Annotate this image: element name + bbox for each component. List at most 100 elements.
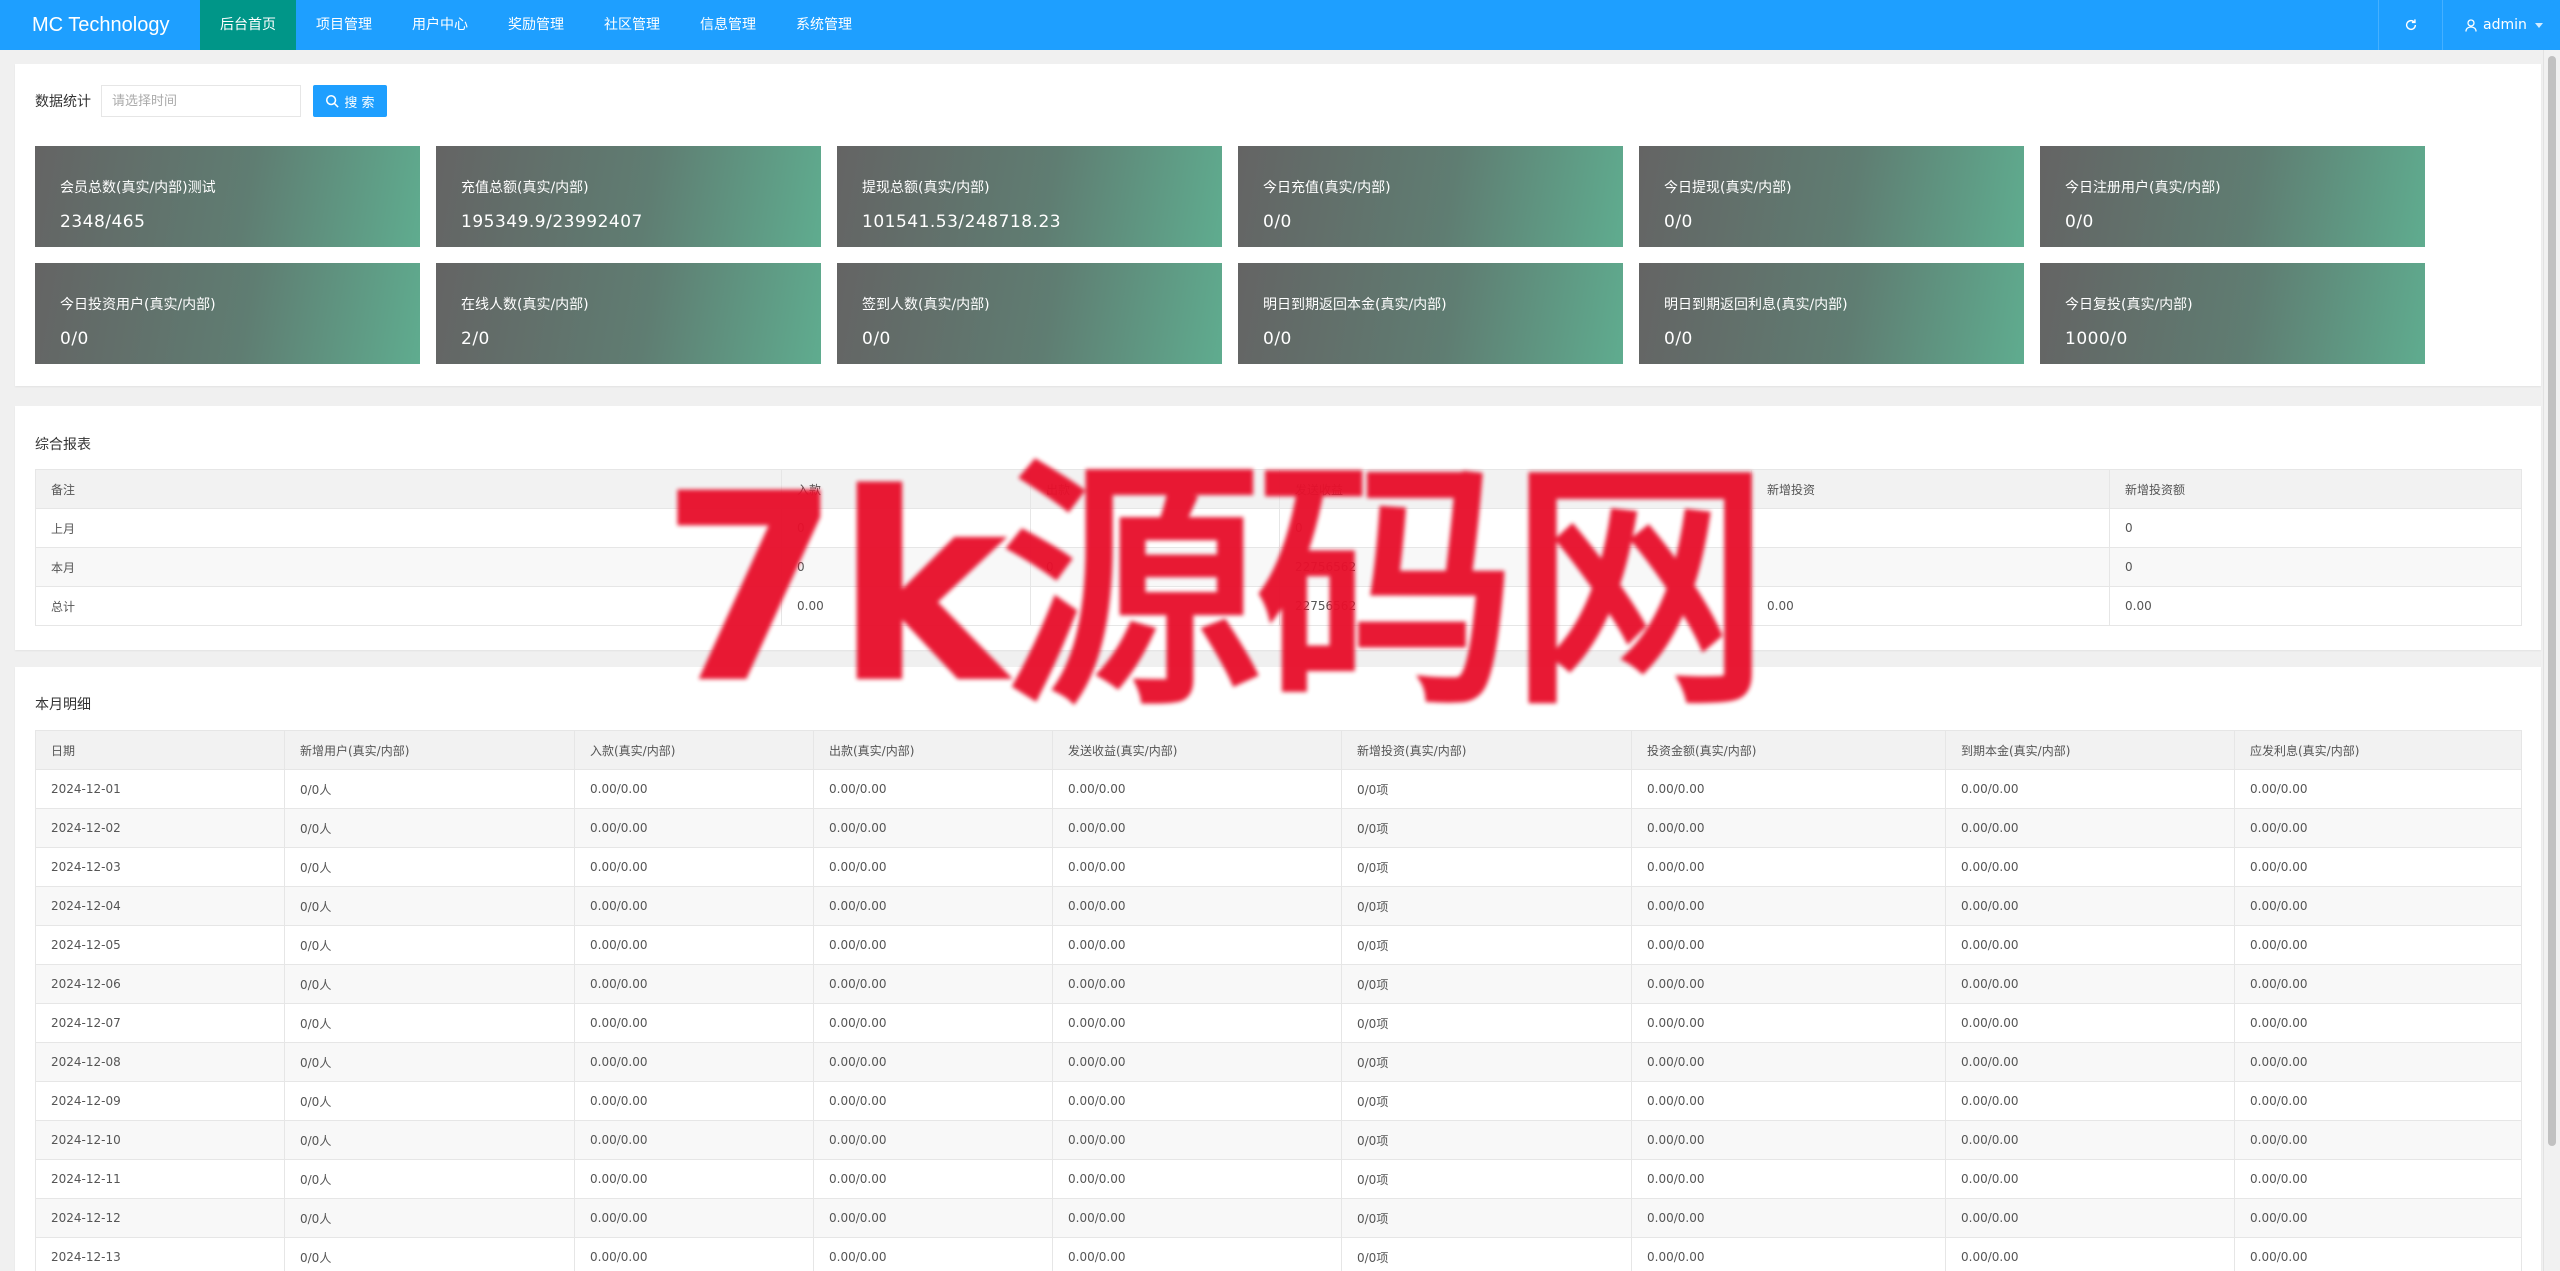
table-cell: 0/0项: [1341, 1042, 1632, 1082]
table-cell: 0/0项: [1341, 1237, 1632, 1271]
table-cell: 0.00/0.00: [2234, 1237, 2522, 1271]
table-cell: 0/0项: [1341, 769, 1632, 809]
table-cell: 总计: [35, 586, 782, 626]
table-cell: 0.00/0.00: [1052, 1042, 1342, 1082]
table-cell: 0.00/0.00: [2234, 1198, 2522, 1238]
app-logo[interactable]: MC Technology: [0, 14, 200, 37]
table-cell: 0/0项: [1341, 847, 1632, 887]
column-header: 新增投资: [1751, 469, 2110, 509]
stat-box: 提现总额(真实/内部) 101541.53/248718.23: [837, 146, 1222, 247]
table-cell: 2024-12-07: [35, 1003, 285, 1043]
stat-box: 签到人数(真实/内部) 0/0: [837, 263, 1222, 364]
table-cell: 0: [2109, 508, 2522, 548]
column-header: 发送收益(真实/内部): [1052, 730, 1342, 770]
date-input[interactable]: [101, 85, 301, 117]
stat-value: 0/0: [1664, 212, 1693, 232]
column-header: 新增投资(真实/内部): [1341, 730, 1632, 770]
table-cell: 0.00/0.00: [1631, 925, 1946, 965]
table-cell: 0.00/0.00: [2234, 847, 2522, 887]
table-cell: 0/0人: [284, 925, 575, 965]
table-cell: 0.00/0.00: [1945, 1042, 2235, 1082]
table-cell: 0.00/0.00: [1052, 1120, 1342, 1160]
nav-item-community[interactable]: 社区管理: [584, 0, 680, 50]
column-header: 到期本金(真实/内部): [1945, 730, 2235, 770]
vertical-scrollbar[interactable]: [2543, 50, 2560, 1271]
table-cell: 0.00/0.00: [1052, 847, 1342, 887]
stat-label: 提现总额(真实/内部): [862, 180, 990, 196]
table-header-row: 日期 新增用户(真实/内部) 入款(真实/内部) 出款(真实/内部) 发送收益(真实/内…: [35, 730, 2522, 770]
table-cell: 0.00/0.00: [813, 925, 1053, 965]
table-cell: 0.00/0.00: [1052, 808, 1342, 848]
table-cell: 0.00/0.00: [1052, 1198, 1342, 1238]
report-card: 综合报表 备注 入款 出款 发送收益 新增投资 新增投资额 上月 0 0 0 本月 0 0 227565…: [15, 406, 2541, 650]
stat-box: 今日复投(真实/内部) 1000/0: [2040, 263, 2425, 364]
table-cell: 0.00/0.00: [1945, 1237, 2235, 1271]
report-table: 备注 入款 出款 发送收益 新增投资 新增投资额 上月 0 0 0 本月 0 0 22756562 0 总计…: [35, 469, 2522, 626]
table-cell: 0.00/0.00: [813, 964, 1053, 1004]
table-cell: 0.00/0.00: [1631, 1198, 1946, 1238]
table-cell: 2024-12-11: [35, 1159, 285, 1199]
table-cell: 0.00/0.00: [1631, 1042, 1946, 1082]
table-cell: 0/0人: [284, 1003, 575, 1043]
stat-box: 明日到期返回本金(真实/内部) 0/0: [1238, 263, 1623, 364]
stat-value: 1000/0: [2065, 329, 2128, 349]
stat-box: 充值总额(真实/内部) 195349.9/23992407: [436, 146, 821, 247]
table-cell: 2024-12-02: [35, 808, 285, 848]
table-cell: 0.00/0.00: [1052, 886, 1342, 926]
table-row: 2024-12-13 0/0人 0.00/0.00 0.00/0.00 0.00/0.0…: [35, 1237, 2522, 1271]
table-cell: 0.00/0.00: [2234, 925, 2522, 965]
table-cell: 0.00/0.00: [2234, 964, 2522, 1004]
nav-item-rewards[interactable]: 奖励管理: [488, 0, 584, 50]
table-cell: 0.00/0.00: [574, 925, 814, 965]
table-cell: 0.00/0.00: [813, 886, 1053, 926]
table-cell: 0: [1279, 508, 1752, 548]
search-button-label: 搜 索: [344, 95, 375, 111]
table-cell: 0.00/0.00: [574, 769, 814, 809]
column-header: 发送收益: [1279, 469, 1752, 509]
stats-card: 数据统计 搜 索 会员总数(真实/内部)测试 2348/465 充值总额(真实/内…: [15, 64, 2541, 386]
refresh-icon: [2405, 19, 2416, 31]
user-name: admin: [2483, 17, 2527, 33]
nav-item-info[interactable]: 信息管理: [680, 0, 776, 50]
table-row: 总计 0.00 22756562 0.00 0.00: [35, 586, 2522, 626]
table-cell: 0.00/0.00: [2234, 1159, 2522, 1199]
table-cell: 0.00/0.00: [1945, 925, 2235, 965]
search-button[interactable]: 搜 索: [313, 85, 387, 117]
table-cell: 0.00/0.00: [574, 1003, 814, 1043]
table-cell: 0.00/0.00: [1945, 1081, 2235, 1121]
stat-value: 101541.53/248718.23: [862, 212, 1062, 232]
table-cell: 0/0项: [1341, 1081, 1632, 1121]
table-cell: 0/0人: [284, 1159, 575, 1199]
nav-item-projects[interactable]: 项目管理: [296, 0, 392, 50]
nav-item-system[interactable]: 系统管理: [776, 0, 872, 50]
table-cell: 0.00/0.00: [1945, 1120, 2235, 1160]
nav-item-users[interactable]: 用户中心: [392, 0, 488, 50]
stat-box: 今日提现(真实/内部) 0/0: [1639, 146, 2024, 247]
stat-label: 会员总数(真实/内部)测试: [60, 180, 216, 196]
table-cell: 0.00/0.00: [1052, 1081, 1342, 1121]
table-cell: 2024-12-01: [35, 769, 285, 809]
table-cell: 0/0项: [1341, 1198, 1632, 1238]
stat-value: 0/0: [2065, 212, 2094, 232]
table-row: 2024-12-01 0/0人 0.00/0.00 0.00/0.00 0.00/0.0…: [35, 769, 2522, 809]
table-cell: 0.00/0.00: [1945, 964, 2235, 1004]
table-cell: 0/0项: [1341, 964, 1632, 1004]
user-menu[interactable]: admin: [2442, 0, 2560, 50]
refresh-button[interactable]: [2378, 0, 2442, 50]
table-row: 本月 0 0 22756562 0: [35, 547, 2522, 587]
filter-row: 数据统计 搜 索: [35, 85, 387, 117]
nav-item-home[interactable]: 后台首页: [200, 0, 296, 50]
monthly-table: 日期 新增用户(真实/内部) 入款(真实/内部) 出款(真实/内部) 发送收益(真实/内…: [35, 730, 2522, 1271]
table-cell: 0: [781, 508, 1031, 548]
scrollbar-thumb[interactable]: [2548, 56, 2556, 1146]
table-cell: 0.00/0.00: [2234, 1042, 2522, 1082]
stat-value: 0/0: [1263, 212, 1292, 232]
stat-label: 今日注册用户(真实/内部): [2065, 180, 2221, 196]
search-icon: [326, 94, 340, 108]
chevron-down-icon: [2534, 22, 2543, 28]
table-cell: 0.00/0.00: [2234, 808, 2522, 848]
stat-value: 0/0: [862, 329, 891, 349]
stat-value: 0/0: [1263, 329, 1292, 349]
table-cell: 0.00/0.00: [813, 847, 1053, 887]
table-cell: 0.00/0.00: [1631, 1237, 1946, 1271]
